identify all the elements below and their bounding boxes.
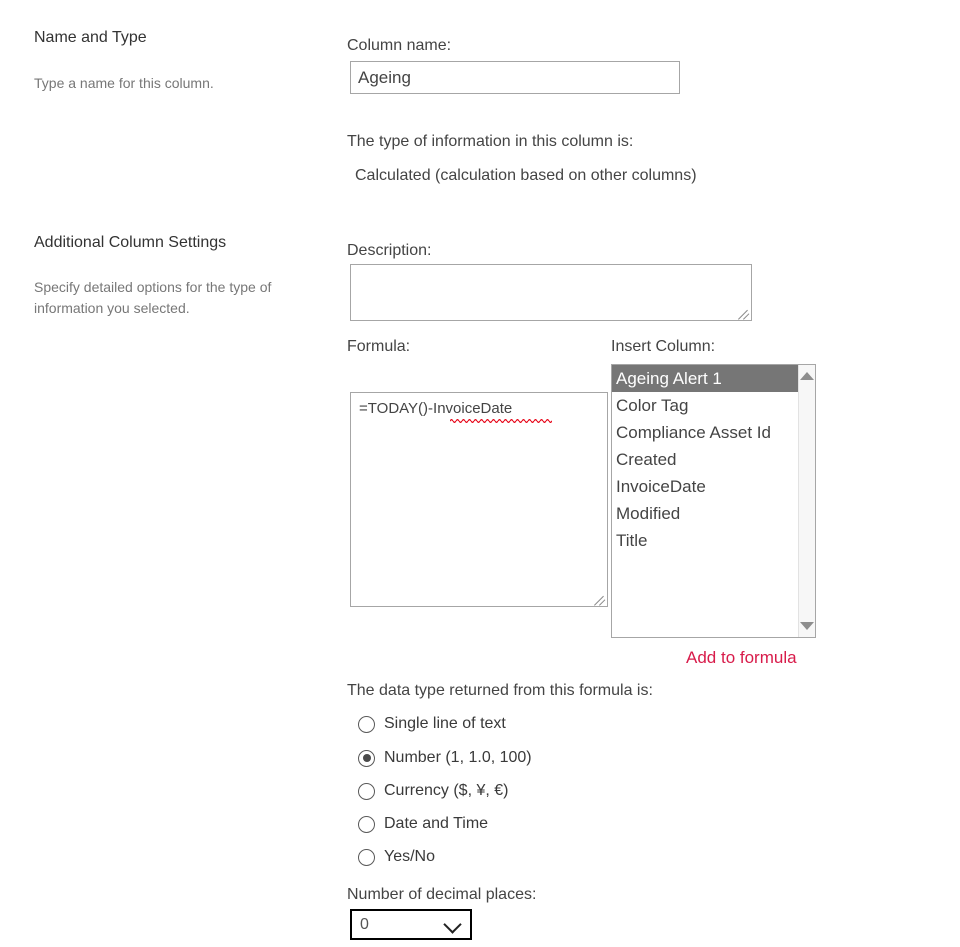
section-heading-name-and-type: Name and Type <box>34 29 147 46</box>
radio-yes-no[interactable]: Yes/No <box>358 847 435 867</box>
add-to-formula-link[interactable]: Add to formula <box>686 648 797 668</box>
type-of-information-value: Calculated (calculation based on other c… <box>355 167 697 184</box>
description-textarea[interactable] <box>350 264 752 321</box>
section-description-additional-column-settings: Specify detailed options for the type of… <box>34 279 272 316</box>
chevron-down-icon <box>443 914 462 934</box>
radio-label: Yes/No <box>384 848 435 865</box>
type-of-information-label: The type of information in this column i… <box>347 133 634 150</box>
list-item[interactable]: InvoiceDate <box>612 473 798 500</box>
radio-label: Date and Time <box>384 815 489 832</box>
radio-label: Number (1, 1.0, 100) <box>384 749 532 766</box>
listbox-scrollbar[interactable] <box>798 365 815 637</box>
column-name-input[interactable] <box>350 61 680 94</box>
insert-column-list[interactable]: Ageing Alert 1 Color Tag Compliance Asse… <box>612 365 798 637</box>
data-type-label: The data type returned from this formula… <box>347 682 653 699</box>
radio-single-line-of-text[interactable]: Single line of text <box>358 714 506 734</box>
column-name-label: Column name: <box>347 37 452 54</box>
formula-label: Formula: <box>347 338 411 355</box>
section-heading-additional-column-settings: Additional Column Settings <box>34 234 227 251</box>
description-label: Description: <box>347 242 432 259</box>
radio-currency[interactable]: Currency ($, ¥, €) <box>358 781 508 801</box>
decimal-places-label: Number of decimal places: <box>347 886 537 903</box>
radio-label: Single line of text <box>384 715 506 732</box>
radio-indicator[interactable] <box>358 848 375 866</box>
list-item[interactable]: Title <box>612 527 798 554</box>
list-item[interactable]: Ageing Alert 1 <box>612 365 798 392</box>
radio-indicator[interactable] <box>358 782 375 800</box>
formula-textarea[interactable] <box>350 392 608 607</box>
decimal-places-value: 0 <box>360 915 369 933</box>
list-item[interactable]: Created <box>612 446 798 473</box>
insert-column-label: Insert Column: <box>611 338 716 355</box>
radio-label: Currency ($, ¥, €) <box>384 782 509 799</box>
radio-date-and-time[interactable]: Date and Time <box>358 814 488 834</box>
radio-indicator[interactable] <box>358 715 375 733</box>
list-item[interactable]: Modified <box>612 500 798 527</box>
list-item[interactable]: Color Tag <box>612 392 798 419</box>
scroll-up-arrow-icon[interactable] <box>800 372 814 380</box>
scroll-down-arrow-icon[interactable] <box>800 622 814 630</box>
radio-number[interactable]: Number (1, 1.0, 100) <box>358 748 532 768</box>
radio-indicator[interactable] <box>358 815 375 833</box>
decimal-places-select[interactable]: 0 <box>350 909 472 940</box>
section-description-name-and-type: Type a name for this column. <box>34 75 214 91</box>
insert-column-listbox[interactable]: Ageing Alert 1 Color Tag Compliance Asse… <box>611 364 816 638</box>
radio-indicator[interactable] <box>358 749 375 767</box>
list-item[interactable]: Compliance Asset Id <box>612 419 798 446</box>
